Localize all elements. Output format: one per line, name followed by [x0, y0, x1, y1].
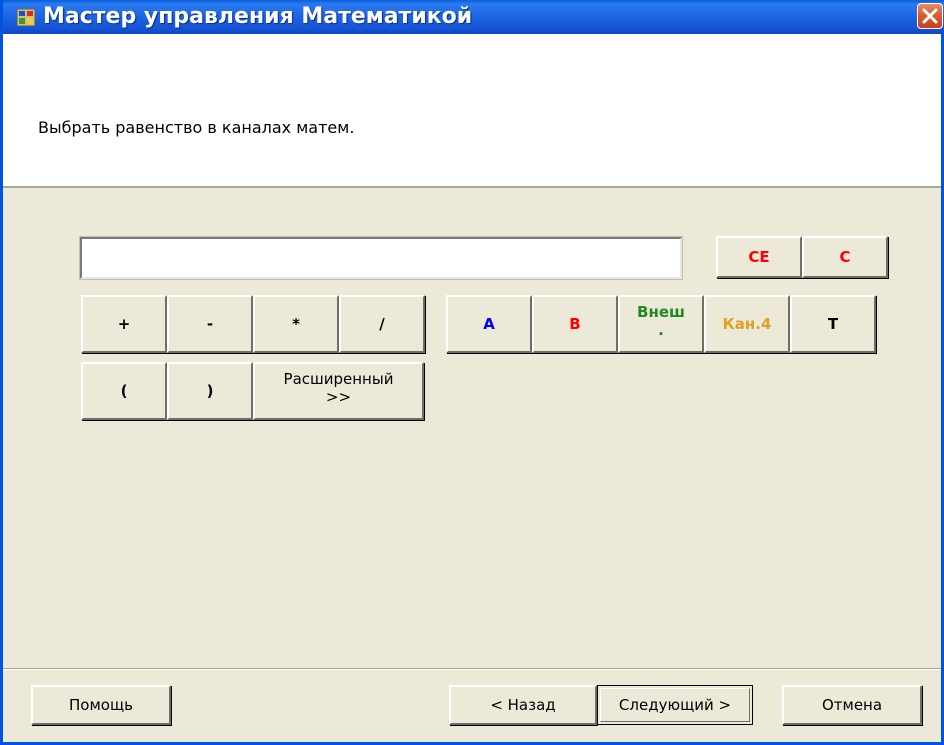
- advanced-button[interactable]: Расширенный >>: [253, 362, 424, 420]
- channel-t-button[interactable]: T: [790, 295, 876, 353]
- close-button[interactable]: [917, 3, 943, 29]
- channel-b-button[interactable]: B: [532, 295, 618, 353]
- next-button-label: Следующий >: [618, 696, 732, 714]
- open-paren-button[interactable]: (: [81, 362, 167, 420]
- app-icon: [17, 9, 35, 26]
- wizard-window: Мастер управления Математикой Выбрать ра…: [0, 0, 944, 745]
- clear-button[interactable]: C: [802, 236, 888, 278]
- window-title: Мастер управления Математикой: [43, 4, 473, 29]
- channel-ext-label-line1: Внеш: [637, 303, 685, 321]
- channel-4-button[interactable]: Кан.4: [704, 295, 790, 353]
- divide-button[interactable]: /: [339, 295, 425, 353]
- channel-a-button[interactable]: A: [446, 295, 532, 353]
- expression-input[interactable]: [79, 236, 683, 280]
- advanced-label-line1: Расширенный: [283, 370, 394, 388]
- next-button[interactable]: Следующий >: [597, 685, 753, 725]
- instruction-text: Выбрать равенство в каналах матем.: [38, 118, 355, 137]
- channel-ext-label-line2: .: [658, 321, 664, 339]
- back-button[interactable]: < Назад: [449, 685, 597, 725]
- title-bar[interactable]: Мастер управления Математикой: [3, 0, 944, 34]
- help-button[interactable]: Помощь: [31, 685, 171, 725]
- multiply-button[interactable]: *: [253, 295, 339, 353]
- plus-button[interactable]: +: [81, 295, 167, 353]
- close-paren-button[interactable]: ): [167, 362, 253, 420]
- minus-button[interactable]: -: [167, 295, 253, 353]
- close-icon: [922, 8, 938, 24]
- footer-separator: [3, 668, 941, 670]
- header-panel: [3, 34, 941, 188]
- cancel-button[interactable]: Отмена: [782, 685, 922, 725]
- advanced-label-line2: >>: [325, 388, 352, 406]
- clear-entry-button[interactable]: CE: [716, 236, 802, 278]
- channel-ext-button[interactable]: Внеш .: [618, 295, 704, 353]
